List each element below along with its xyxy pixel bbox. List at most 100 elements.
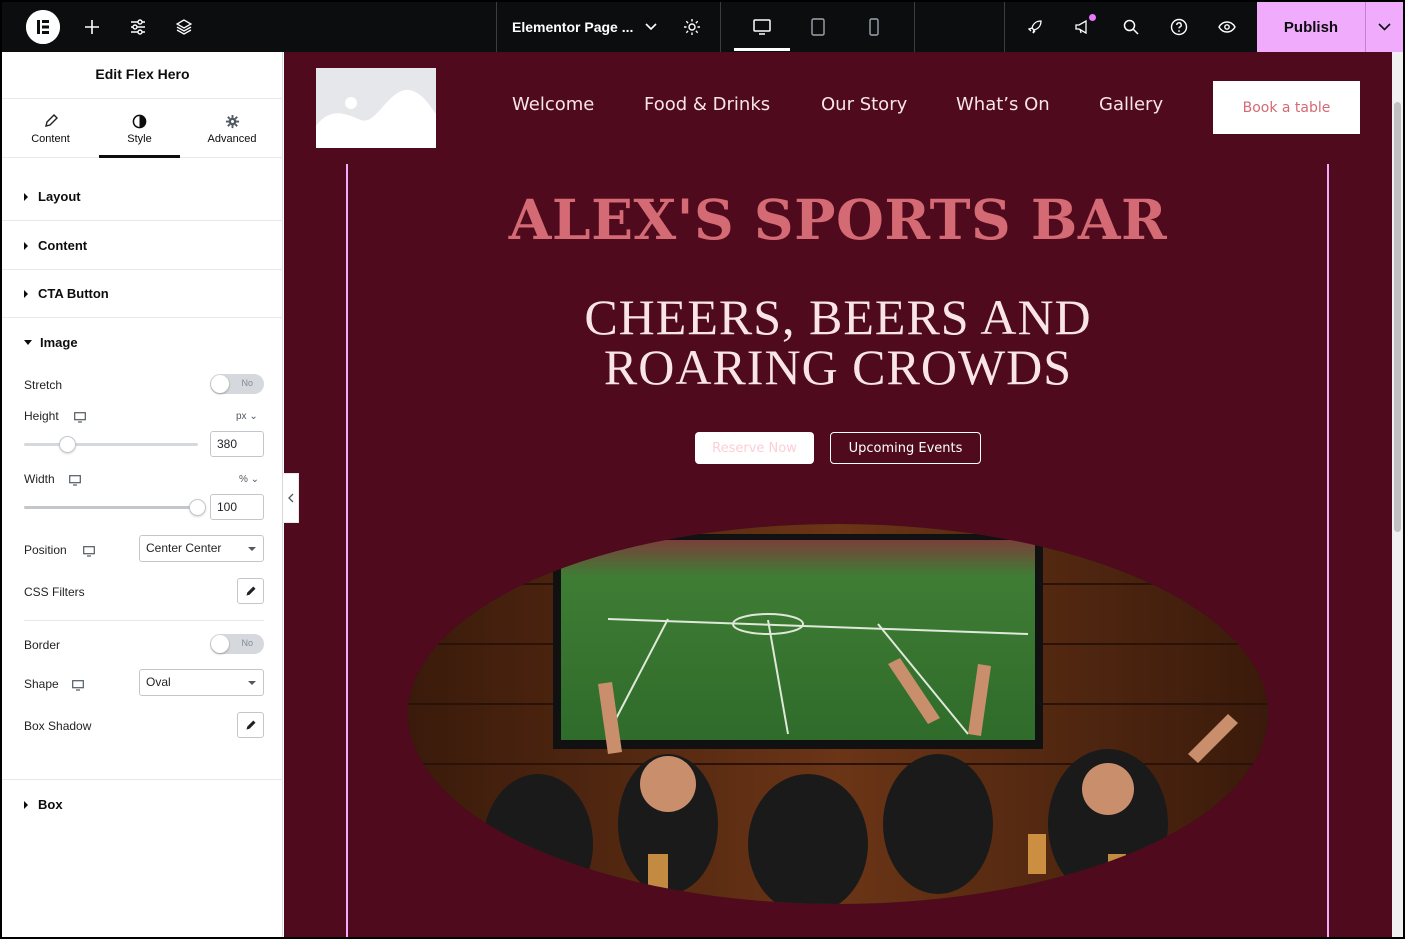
caret-right-icon: [24, 241, 28, 250]
section-image[interactable]: Image: [2, 318, 283, 366]
chevron-left-icon: [287, 493, 293, 503]
caret-down-icon: [24, 339, 32, 345]
elementor-logo-icon[interactable]: [26, 10, 60, 44]
section-box[interactable]: Box: [2, 779, 283, 829]
divider: [914, 2, 915, 52]
width-slider-handle[interactable]: [189, 499, 206, 516]
shape-select[interactable]: Oval: [139, 669, 264, 696]
stretch-label: Stretch: [24, 378, 63, 392]
css-filters-edit-button[interactable]: [237, 578, 264, 604]
panel-title: Edit Flex Hero: [2, 52, 283, 99]
page-settings-gear-icon[interactable]: [682, 2, 702, 52]
publish-button[interactable]: Publish: [1257, 2, 1365, 52]
hero-subtitle[interactable]: CHEERS, BEERS AND ROARING CROWDS: [284, 292, 1392, 392]
desktop-responsive-icon[interactable]: [83, 544, 95, 562]
toggle-state: No: [241, 638, 253, 648]
nav-our-story[interactable]: Our Story: [821, 94, 907, 120]
section-label: CTA Button: [38, 286, 109, 301]
border-label: Border: [24, 638, 61, 652]
divider: [24, 620, 264, 621]
panel-tabs: Content Style Advanced: [2, 99, 283, 158]
tablet-view-icon[interactable]: [808, 2, 828, 52]
section-cta-button[interactable]: CTA Button: [2, 270, 283, 318]
height-slider-handle[interactable]: [59, 436, 76, 453]
select-value: Oval: [146, 675, 171, 689]
height-unit-select[interactable]: px ⌄: [236, 411, 258, 422]
search-icon[interactable]: [1121, 2, 1141, 52]
desktop-responsive-icon[interactable]: [72, 678, 84, 696]
hero-subtitle-line: CHEERS, BEERS AND: [584, 289, 1092, 345]
divider: [720, 2, 721, 52]
notification-dot: [1089, 14, 1096, 21]
active-device-indicator: [734, 48, 790, 51]
section-label: Content: [38, 238, 88, 253]
position-label: Position: [24, 543, 67, 557]
hero-title[interactable]: ALEX'S SPORTS BAR: [284, 187, 1392, 252]
rocket-icon[interactable]: [1025, 2, 1045, 52]
tab-content[interactable]: Content: [2, 99, 99, 157]
preview-eye-icon[interactable]: [1217, 2, 1237, 52]
width-slider[interactable]: [24, 506, 198, 509]
nav-whats-on[interactable]: What’s On: [956, 94, 1050, 120]
hero-subtitle-line: ROARING CROWDS: [603, 339, 1073, 395]
add-element-icon[interactable]: [82, 2, 102, 52]
document-title[interactable]: Elementor Page ...: [512, 2, 633, 52]
height-input[interactable]: 380: [210, 431, 264, 457]
help-icon[interactable]: [1169, 2, 1189, 52]
divider: [1004, 2, 1005, 52]
mobile-view-icon[interactable]: [864, 2, 884, 52]
position-select[interactable]: Center Center: [139, 535, 264, 562]
section-layout[interactable]: Layout: [2, 173, 283, 221]
upcoming-events-button[interactable]: Upcoming Events: [830, 432, 981, 464]
height-slider[interactable]: [24, 443, 198, 446]
section-content[interactable]: Content: [2, 222, 283, 270]
section-label: Image: [40, 334, 78, 350]
nav-welcome[interactable]: Welcome: [512, 94, 594, 120]
contrast-icon: [132, 112, 147, 130]
site-settings-icon[interactable]: [128, 2, 148, 52]
tab-label: Advanced: [207, 133, 257, 145]
chevron-down-icon: [248, 681, 256, 685]
hero-oval-image[interactable]: [408, 524, 1268, 904]
toggle-state: No: [241, 378, 253, 388]
tab-advanced[interactable]: Advanced: [186, 99, 278, 157]
desktop-view-icon[interactable]: [752, 2, 772, 52]
shape-label: Shape: [24, 677, 59, 691]
nav-gallery[interactable]: Gallery: [1099, 94, 1163, 120]
sports-bar-photo: [408, 524, 1268, 904]
pencil-icon: [246, 586, 255, 596]
gear-icon: [225, 112, 240, 130]
section-label: Box: [38, 797, 63, 812]
scrollbar-thumb[interactable]: [1394, 102, 1401, 532]
preview-canvas: Welcome Food & Drinks Our Story What’s O…: [284, 52, 1392, 937]
canvas-scrollbar[interactable]: [1392, 52, 1403, 937]
box-shadow-edit-button[interactable]: [237, 712, 264, 738]
tab-style[interactable]: Style: [99, 99, 180, 158]
structure-layers-icon[interactable]: [174, 2, 194, 52]
tab-label: Style: [127, 133, 152, 145]
caret-right-icon: [24, 192, 28, 201]
chevron-down-icon: [248, 547, 256, 551]
width-label: Width: [24, 472, 55, 486]
unit-value: %: [239, 474, 248, 485]
chevron-down-icon[interactable]: [643, 2, 659, 52]
stretch-toggle[interactable]: No: [210, 374, 264, 394]
width-input[interactable]: 100: [210, 494, 264, 520]
reserve-now-button[interactable]: Reserve Now: [695, 432, 814, 464]
section-label: Layout: [38, 189, 81, 204]
book-table-button[interactable]: Book a table: [1213, 81, 1360, 134]
border-toggle[interactable]: No: [210, 634, 264, 654]
height-label: Height: [24, 409, 59, 423]
width-unit-select[interactable]: % ⌄: [239, 474, 259, 485]
collapse-panel-handle[interactable]: [283, 473, 299, 523]
announcements-megaphone-icon[interactable]: [1073, 2, 1093, 52]
desktop-responsive-icon[interactable]: [74, 410, 86, 428]
nav-food-drinks[interactable]: Food & Drinks: [644, 94, 770, 120]
top-bar: Elementor Page ... Publish: [2, 2, 1403, 52]
desktop-responsive-icon[interactable]: [69, 473, 81, 491]
select-value: Center Center: [146, 541, 222, 555]
editor-panel: Edit Flex Hero Content Style Advanced La…: [2, 52, 283, 937]
publish-options-chevron-icon[interactable]: [1365, 2, 1403, 52]
logo-image-placeholder[interactable]: [316, 68, 436, 148]
elementor-editor: Elementor Page ... Publish Edit Flex Her…: [0, 0, 1405, 939]
